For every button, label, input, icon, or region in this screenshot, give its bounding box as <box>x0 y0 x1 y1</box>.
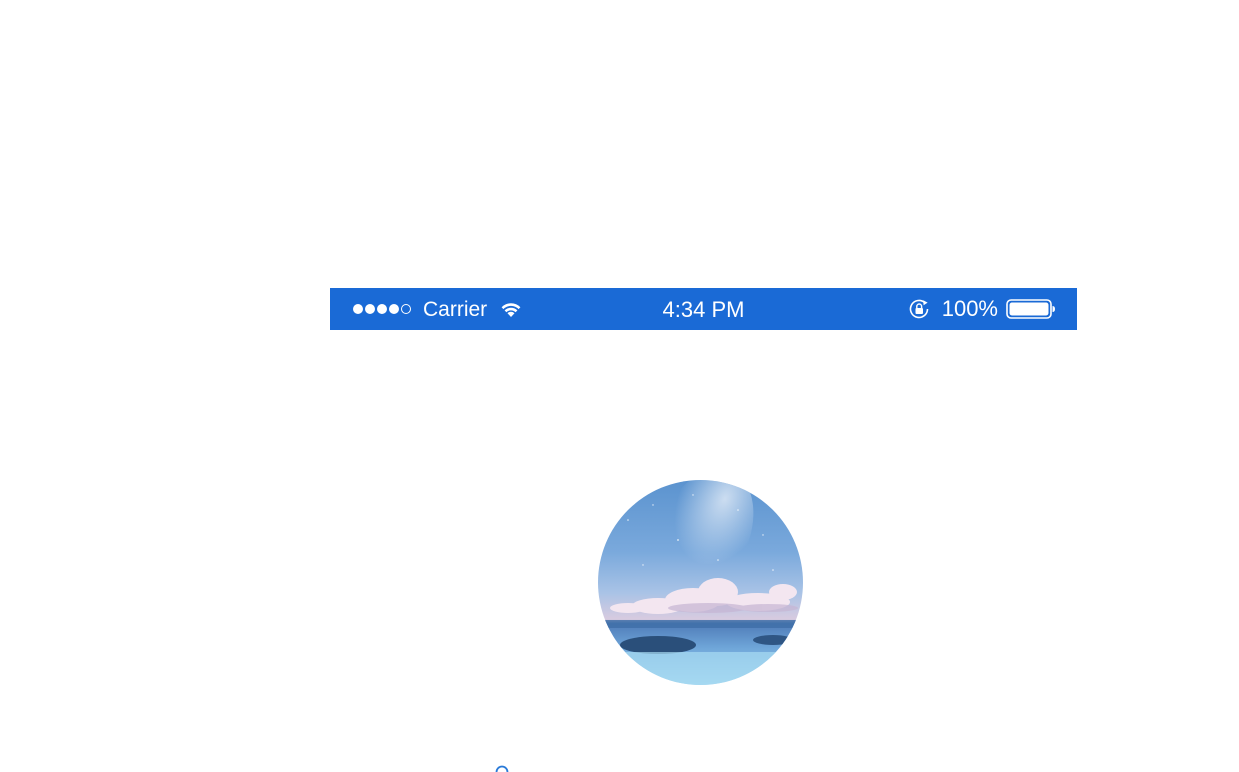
avatar[interactable] <box>598 480 803 685</box>
battery-icon <box>1006 298 1056 320</box>
status-right-group: 100% <box>908 288 1056 330</box>
status-bar: Carrier 4:34 PM 100% <box>330 288 1077 330</box>
battery-percent: 100% <box>941 296 998 321</box>
app-screen: Carrier 4:34 PM 100% <box>0 0 1239 772</box>
spinner-icon <box>495 765 509 772</box>
battery-fill <box>1009 302 1049 316</box>
orientation-lock-icon <box>908 298 932 320</box>
